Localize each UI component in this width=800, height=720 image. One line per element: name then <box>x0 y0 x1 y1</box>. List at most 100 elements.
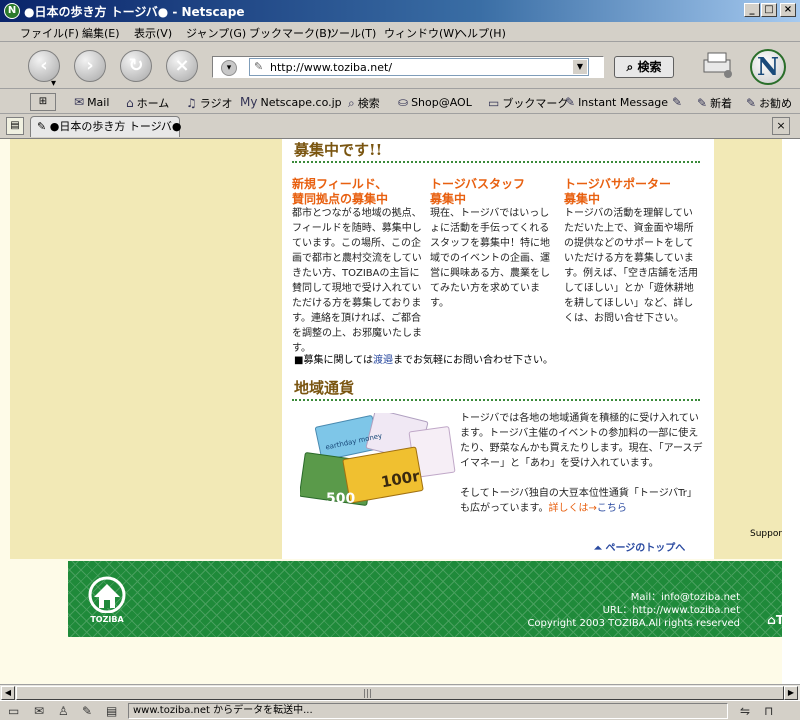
menu-window[interactable]: ウィンドウ(W) <box>384 25 458 41</box>
scroll-right-button[interactable]: ▶ <box>784 686 798 700</box>
tab-bar: ▤ ✎ ●日本の歩き方 トージバ● × <box>0 115 800 137</box>
kochira-link[interactable]: こちら <box>597 503 627 514</box>
security-icon[interactable]: ▭ <box>8 704 19 718</box>
page-viewport[interactable]: Suppor 募集中です!! 新規フィールド、 賛同拠点の募集中 都市とつながる… <box>0 138 800 684</box>
right-side-panel: Suppor <box>714 139 784 559</box>
aim-icon[interactable]: ♙ <box>58 704 69 718</box>
recruit-heading: 募集中です!! <box>294 141 383 159</box>
toolbar-grippy-icon[interactable]: ⊞ <box>30 93 56 111</box>
page-proxy-icon: ✎ <box>254 60 264 73</box>
site-footer: TOZIBA Mail：info@toziba.net URL：http://w… <box>68 561 784 637</box>
menu-bar: ファイル(F) 編集(E) 表示(V) ジャンプ(G) ブックマーク(B) ツー… <box>0 22 800 42</box>
menu-file[interactable]: ファイル(F) <box>20 25 79 41</box>
url-dropdown-icon[interactable]: ▼ <box>573 60 587 74</box>
left-side-panel <box>10 139 282 559</box>
currency-heading: 地域通貨 <box>294 379 355 397</box>
bookmark-icon: ✎ <box>565 95 576 109</box>
shop-icon: ⛀ <box>398 95 409 109</box>
toziba-logo[interactable]: TOZIBA <box>84 575 130 625</box>
reload-button[interactable]: ↻ <box>120 50 152 82</box>
online-status-icon: ⇋ <box>740 704 751 718</box>
search-icon: ⌕ <box>348 96 355 110</box>
column-body-supporter: トージバの活動を理解していただいた上で、資金面や場所の提供などのサポートをしてい… <box>564 208 698 324</box>
scroll-thumb[interactable]: ||| <box>16 686 784 700</box>
column-body-staff: 現在、トージバではいっしょに活動を手伝ってくれるスタッフを募集中！特に地域でのイ… <box>430 208 550 309</box>
menu-bookmarks[interactable]: ブックマーク(B) <box>249 25 331 41</box>
bookmark-radio[interactable]: ♫ ラジオ <box>186 95 233 111</box>
navigation-toolbar: ‹ › ↻ × ▾ ✎ ▼ ⌕ 検索 N <box>0 43 800 98</box>
netscape-icon: N <box>4 3 20 19</box>
menu-help[interactable]: ヘルプ(H) <box>456 25 506 41</box>
tab-current[interactable]: ✎ ●日本の歩き方 トージバ● <box>30 116 182 137</box>
title-bar: N ●日本の歩き方 トージバ● - Netscape _ □ × <box>0 0 800 22</box>
personal-toolbar: ⊞ ✉ Mail ⌂ ホーム ♫ ラジオ My Netscape.co.jp ⌕ 検索 ⛀… <box>0 90 800 114</box>
column-title-supporter: トージバサポーター 募集中 <box>564 177 672 206</box>
divider <box>292 161 700 163</box>
forward-button[interactable]: › <box>74 50 106 82</box>
stop-button[interactable]: × <box>166 50 198 82</box>
menu-tools[interactable]: ツール(T) <box>328 25 376 41</box>
details-link[interactable]: 詳しくは→ <box>549 503 597 514</box>
bookmark-mail[interactable]: ✉ Mail <box>74 95 109 109</box>
bookmark-recommend[interactable]: ✎ お勧め <box>746 95 792 111</box>
tab-page-icon: ✎ <box>37 120 50 133</box>
footer-mail: Mail：info@toziba.net <box>630 592 740 603</box>
bookmark-icon: ✎ <box>697 96 708 110</box>
house-logo-icon <box>88 576 126 614</box>
menu-go[interactable]: ジャンプ(G) <box>186 25 246 41</box>
column-title-field: 新規フィールド、 賛同拠点の募集中 <box>292 177 389 206</box>
contact-link[interactable]: 渡邉 <box>373 355 393 366</box>
search-button[interactable]: ⌕ 検索 <box>614 56 674 78</box>
status-text: www.toziba.net からデータを転送中... <box>128 703 728 719</box>
bookmark-instant-message[interactable]: ✎ Instant Message <box>565 95 668 109</box>
bookmark-shop[interactable]: ⛀ Shop@AOL <box>398 95 472 109</box>
status-bar: ▭ ✉ ♙ ✎ ▤ www.toziba.net からデータを転送中... ⇋ … <box>0 700 800 720</box>
search-button-label: 検索 <box>637 60 662 74</box>
close-tab-button[interactable]: × <box>772 117 790 135</box>
mail-icon[interactable]: ✉ <box>34 704 44 718</box>
back-button[interactable]: ‹ <box>28 50 60 98</box>
vertical-scrollbar[interactable] <box>782 139 800 684</box>
bookmark-netscape[interactable]: My Netscape.co.jp <box>240 95 342 109</box>
bookmark-folder[interactable]: ▭ ブックマーク <box>488 95 568 111</box>
bookmark-new[interactable]: ✎ 新着 <box>697 95 732 111</box>
window-title: ●日本の歩き方 トージバ● - Netscape <box>24 5 245 19</box>
house-logo-icon: ⌂ <box>767 613 776 627</box>
bookmark-blank[interactable]: ✎ <box>672 95 685 109</box>
tab-label: ●日本の歩き方 トージバ● <box>49 120 182 133</box>
folder-icon: ▭ <box>488 96 500 110</box>
horizontal-scrollbar[interactable]: ◀ ||| ▶ <box>0 684 800 700</box>
scroll-left-button[interactable]: ◀ <box>1 686 15 700</box>
divider <box>292 399 700 401</box>
bookmark-icon: ✎ <box>746 96 757 110</box>
arrow-up-icon: ⏶ <box>594 543 606 554</box>
url-history-button[interactable]: ▾ <box>221 60 237 76</box>
sidebar-toggle-icon[interactable]: ▤ <box>6 117 24 135</box>
page-top-link[interactable]: ⏶ ページのトップへ <box>594 539 685 554</box>
url-input[interactable] <box>270 60 570 74</box>
support-text: Suppor <box>750 529 783 539</box>
netscape-logo[interactable]: N <box>750 49 786 85</box>
menu-edit[interactable]: 編集(E) <box>82 25 120 41</box>
footer-info: Mail：info@toziba.net URL：http://www.tozi… <box>527 591 740 630</box>
contact-note: ■募集に関しては渡邉までお気軽にお問い合わせ下さい。 <box>294 355 553 366</box>
column-title-staff: トージバスタッフ 募集中 <box>430 177 526 206</box>
currency-description: トージバでは各地の地域通貨を積極的に受け入れています。トージバ主催のイベントの参… <box>460 413 703 514</box>
main-content: 募集中です!! 新規フィールド、 賛同拠点の募集中 都市とつながる地域の拠点、フ… <box>282 139 714 559</box>
url-field[interactable]: ✎ ▼ <box>249 58 589 76</box>
bookmark-search[interactable]: ⌕ 検索 <box>348 95 380 111</box>
radio-icon: ♫ <box>186 96 197 110</box>
bookmark-home[interactable]: ⌂ ホーム <box>126 95 169 111</box>
footer-url: URL：http://www.toziba.net <box>602 605 740 616</box>
close-window-button[interactable]: × <box>780 3 796 17</box>
print-icon[interactable] <box>700 50 734 80</box>
menu-view[interactable]: 表示(V) <box>134 25 172 41</box>
mail-icon: ✉ <box>74 95 85 109</box>
addressbook-icon[interactable]: ▤ <box>106 704 117 718</box>
minimize-button[interactable]: _ <box>744 3 760 17</box>
url-bar-container: ▾ ✎ ▼ <box>212 56 604 78</box>
maximize-button[interactable]: □ <box>761 3 777 17</box>
composer-icon[interactable]: ✎ <box>82 704 92 718</box>
home-icon: ⌂ <box>126 96 134 110</box>
magnifier-icon: ⌕ <box>626 60 634 74</box>
